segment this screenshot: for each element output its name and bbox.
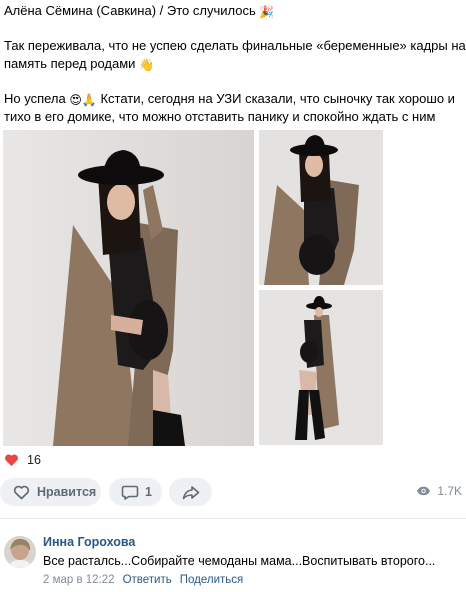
post-photo-main[interactable] (3, 130, 254, 446)
post-actions: Нравится 1 1.7K (0, 478, 466, 506)
comment-author-link[interactable]: Инна Горохова (43, 534, 463, 550)
photo-main-image (3, 130, 254, 446)
comment-date[interactable]: 2 мар в 12:22 (43, 572, 115, 588)
like-button-label: Нравится (37, 485, 97, 499)
post-title-line: Алёна Сёмина (Савкина) / Это случилось 🎉 (4, 2, 466, 20)
pray-emoji: 🙏 (81, 93, 97, 107)
post-header-text: Алёна Сёмина (Савкина) / Это случилось (4, 3, 256, 18)
views-counter: 1.7K (416, 484, 462, 498)
post-text: Алёна Сёмина (Савкина) / Это случилось 🎉… (4, 2, 466, 144)
post-paragraph-1-text: Так переживала, что не успею сделать фин… (4, 38, 466, 71)
share-arrow-icon (182, 485, 199, 499)
post-photo-bottom-right[interactable] (259, 290, 383, 445)
photo-bottom-image (259, 290, 383, 445)
comment-icon (121, 485, 139, 500)
share-comment-link[interactable]: Поделиться (180, 572, 244, 588)
avatar-image (4, 536, 36, 568)
avatar[interactable] (4, 536, 36, 568)
party-popper-emoji: 🎉 (259, 5, 275, 19)
post-photo-top-right[interactable] (259, 130, 383, 285)
comment-button[interactable]: 1 (109, 478, 162, 506)
views-count: 1.7K (437, 484, 462, 498)
photo-top-image (259, 130, 383, 285)
comment-count: 1 (145, 485, 152, 499)
heart-outline-icon (13, 485, 30, 499)
share-button[interactable] (169, 478, 212, 506)
likes-count: 16 (27, 453, 41, 467)
heart-eyes-emoji: 😍 (69, 93, 82, 107)
reply-link[interactable]: Ответить (123, 572, 172, 588)
comment-body: Инна Горохова Все расталсь...Собирайте ч… (43, 534, 463, 588)
eye-icon (417, 486, 431, 496)
post-paragraph-1: Так переживала, что не успею сделать фин… (4, 37, 466, 73)
post-paragraph-2-start: Но успела (4, 91, 66, 106)
waving-hand-emoji: 👋 (139, 58, 154, 72)
like-button[interactable]: Нравится (0, 478, 101, 506)
reactions-summary[interactable]: 16 (4, 453, 41, 467)
comment-text: Все расталсь...Собирайте чемоданы мама..… (43, 554, 436, 568)
heart-icon (5, 454, 18, 467)
comment-meta: 2 мар в 12:22 Ответить Поделиться (43, 572, 463, 588)
comments-divider (0, 518, 466, 519)
